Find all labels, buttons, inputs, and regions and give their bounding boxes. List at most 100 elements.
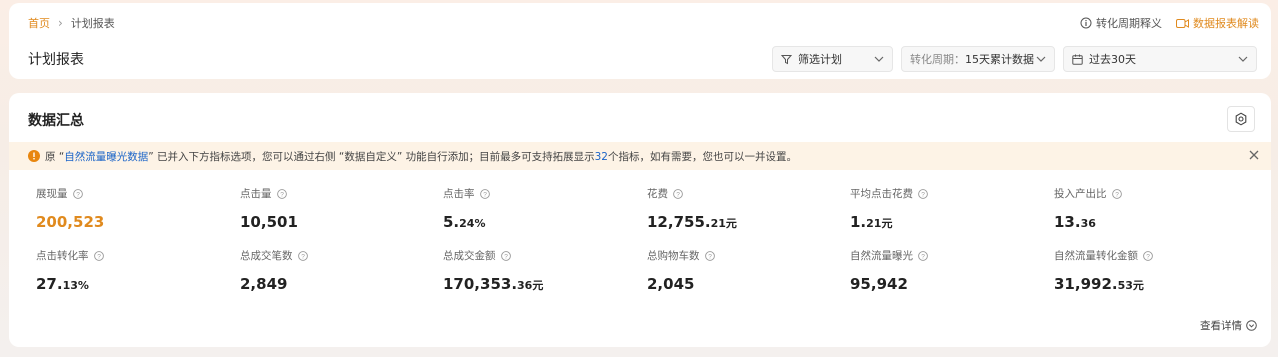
metric-value: 2,849 (240, 275, 430, 293)
metric-label: 平均点击花费? (850, 186, 1040, 201)
help-icon[interactable]: ? (479, 188, 490, 199)
svg-text:?: ? (1146, 253, 1150, 260)
help-icon[interactable]: ? (93, 250, 104, 261)
metric-value-main: 12,755. (647, 213, 711, 231)
metric-value: 170,353.36元 (443, 275, 633, 293)
cycle-help-link[interactable]: 转化周期释义 (1080, 15, 1162, 31)
metric-value: 27.13% (36, 275, 226, 293)
breadcrumb-home-link[interactable]: 首页 (28, 15, 50, 31)
metric-label: 点击率? (443, 186, 633, 201)
metric-label-text: 点击量 (240, 188, 272, 200)
metric-value-main: 2,849 (240, 275, 288, 293)
metric-value-fraction: 24% (459, 217, 486, 230)
help-icon[interactable]: ? (276, 188, 287, 199)
report-guide-link[interactable]: 数据报表解读 (1176, 15, 1259, 31)
chevron-right-icon: › (58, 16, 63, 30)
metric-item: 展现量? 200,523 (36, 186, 226, 231)
metric-value: 1.21元 (850, 213, 1040, 231)
metric-label-text: 花费 (647, 188, 668, 200)
metric-item: 平均点击花费? 1.21元 (850, 186, 1040, 231)
svg-text:?: ? (504, 253, 508, 260)
help-icon[interactable]: ? (918, 188, 928, 199)
close-icon[interactable] (1248, 149, 1260, 161)
notice-suffix: 个指标，如有需要，您也可以一并设置。 (608, 150, 797, 163)
metric-item: 花费? 12,755.21元 (647, 186, 837, 231)
metric-value-main: 10,501 (240, 213, 298, 231)
metric-label: 总成交金额? (443, 248, 633, 263)
metric-label: 自然流量转化金额? (1054, 248, 1244, 263)
date-range-label: 过去30天 (1089, 53, 1136, 66)
notice-count: 32 (594, 150, 608, 163)
plan-filter-select[interactable]: 筛选计划 (772, 46, 893, 72)
metric-item: 点击率? 5.24% (443, 186, 633, 231)
notice-highlight-link[interactable]: 自然流量曝光数据 (64, 151, 148, 163)
notice-middle: ” 已并入下方指标选项，您可以通过右侧 “数据自定义” 功能自行添加；目前最多可… (148, 150, 595, 163)
metric-item: 点击转化率? 27.13% (36, 248, 226, 293)
filter-icon (781, 54, 792, 64)
metric-label-text: 点击转化率 (36, 250, 89, 262)
metric-value-main: 27. (36, 275, 63, 293)
svg-text:?: ? (921, 253, 925, 260)
metric-value-fraction: 36元 (517, 279, 544, 292)
metric-value-main: 5. (443, 213, 460, 231)
metric-value-main: 170,353. (443, 275, 518, 293)
help-icon[interactable]: ? (297, 250, 308, 261)
chevron-down-icon (1238, 56, 1248, 62)
metric-item: 投入产出比? 13.36 (1054, 186, 1244, 231)
metric-value: 10,501 (240, 213, 430, 231)
video-icon (1176, 18, 1189, 28)
help-icon[interactable]: ? (72, 188, 83, 199)
breadcrumb-current: 计划报表 (70, 17, 115, 30)
metric-value: 31,992.53元 (1054, 275, 1244, 293)
date-range-select[interactable]: 过去30天 (1063, 46, 1257, 72)
metric-value: 12,755.21元 (647, 213, 837, 231)
customize-metrics-button[interactable] (1227, 106, 1255, 132)
metric-value: 13.36 (1054, 213, 1244, 231)
header-card: 首页 › 计划报表 计划报表 转化周期释义 数据报表解读 筛选计划 转化周期：1… (9, 3, 1271, 79)
metric-label-text: 平均点击花费 (850, 188, 913, 200)
metric-value: 2,045 (647, 275, 837, 293)
metric-value-fraction: 13% (62, 279, 89, 292)
metric-label: 展现量? (36, 186, 226, 201)
metric-item: 总成交笔数? 2,849 (240, 248, 430, 293)
info-circle-icon (1080, 17, 1092, 29)
help-icon[interactable]: ? (1111, 188, 1122, 199)
metric-label-text: 总成交金额 (443, 250, 496, 262)
metric-item: 点击量? 10,501 (240, 186, 430, 231)
metric-value-main: 95,942 (850, 275, 908, 293)
help-icon[interactable]: ? (918, 250, 928, 261)
metric-label: 投入产出比? (1054, 186, 1244, 201)
metric-item: 总成交金额? 170,353.36元 (443, 248, 633, 293)
chevron-down-icon (874, 56, 884, 62)
metric-value: 200,523 (36, 213, 226, 231)
metric-label-text: 自然流量曝光 (850, 250, 913, 262)
help-icon[interactable]: ? (1143, 250, 1153, 261)
svg-text:?: ? (97, 253, 101, 260)
help-icon[interactable]: ? (704, 250, 715, 261)
view-details-link[interactable]: 查看详情 (1200, 318, 1257, 333)
svg-text:?: ? (676, 191, 680, 198)
svg-text:?: ? (483, 191, 487, 198)
svg-text:?: ? (1115, 191, 1119, 198)
metric-label: 总购物车数? (647, 248, 837, 263)
metric-value-main: 13. (1054, 213, 1081, 231)
notice-text: 原 “自然流量曝光数据” 已并入下方指标选项，您可以通过右侧 “数据自定义” 功… (45, 149, 797, 164)
view-details-label: 查看详情 (1200, 320, 1242, 332)
metric-value-fraction: 53元 (1117, 279, 1144, 292)
metric-value: 95,942 (850, 275, 1040, 293)
conversion-cycle-select[interactable]: 转化周期：15天累计数据 (901, 46, 1055, 72)
metric-label: 点击转化率? (36, 248, 226, 263)
cycle-label: 转化周期： (910, 53, 965, 66)
metric-item: 自然流量转化金额? 31,992.53元 (1054, 248, 1244, 293)
metric-label-text: 展现量 (36, 188, 68, 200)
page-title: 计划报表 (28, 52, 84, 68)
metric-item: 总购物车数? 2,045 (647, 248, 837, 293)
notice-prefix: 原 “ (45, 150, 65, 163)
svg-text:?: ? (708, 253, 712, 260)
data-summary-card: 数据汇总 原 “自然流量曝光数据” 已并入下方指标选项，您可以通过右侧 “数据自… (9, 93, 1271, 347)
help-icon[interactable]: ? (673, 188, 683, 199)
top-links: 转化周期释义 数据报表解读 (1080, 15, 1259, 31)
metric-value-main: 200,523 (36, 213, 105, 231)
help-icon[interactable]: ? (500, 250, 511, 261)
gear-icon (1235, 112, 1247, 126)
